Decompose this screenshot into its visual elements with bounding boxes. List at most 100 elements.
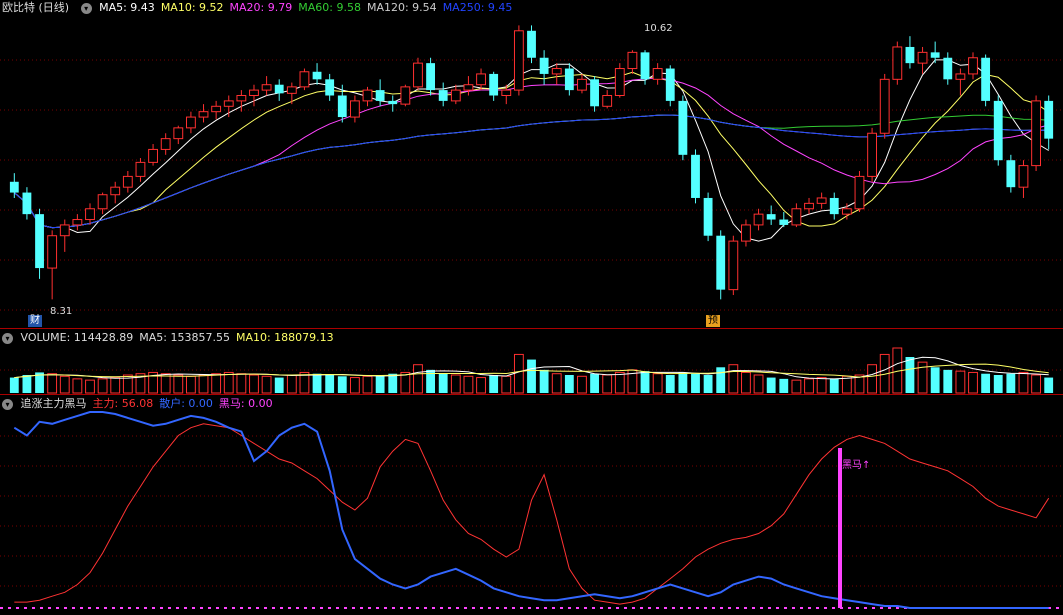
candle-body-47	[602, 95, 613, 107]
volume-bar-4	[59, 375, 70, 394]
volume-bar-37	[476, 377, 486, 394]
ma-legend-2: MA20: 9.79	[229, 1, 293, 14]
ma-legend-0: MA5: 9.43	[99, 1, 155, 14]
indicator-chart[interactable]	[0, 396, 1063, 615]
candle-body-66	[841, 208, 852, 215]
candle-body-18	[236, 95, 247, 102]
indicator-header: ▾ 追涨主力黑马 主力: 56.08 散户: 0.00 黑马: 0.00	[0, 396, 285, 412]
candle-body-7	[97, 194, 108, 210]
volume-bar-57	[728, 364, 739, 394]
ma-line-250	[13, 114, 1049, 229]
indicator-line-1	[13, 411, 1049, 609]
ma-legend-5: MA250: 9.45	[442, 1, 513, 14]
candle-body-4	[59, 224, 70, 237]
candle-body-36	[463, 84, 474, 91]
candle-body-9	[122, 175, 133, 188]
candle-body-28	[362, 89, 373, 102]
volume-bar-80	[1018, 371, 1029, 394]
price-header: 欧比特 (日线) ▾ MA5: 9.43 MA10: 9.52 MA20: 9.79…	[0, 0, 524, 16]
volume-bar-58	[741, 371, 751, 394]
candle-body-26	[337, 95, 347, 118]
volume-bar-60	[766, 377, 776, 393]
volume-bar-36	[463, 375, 474, 394]
volume-bar-45	[577, 375, 587, 394]
ma-line-5	[13, 59, 1049, 242]
chevron-down-icon[interactable]: ▾	[80, 2, 92, 14]
indicator-line-0	[14, 423, 1050, 605]
candle-body-80	[1018, 165, 1029, 188]
candle-body-1	[22, 192, 32, 215]
candle-body-25	[325, 79, 335, 96]
volume-bar-18	[236, 373, 247, 394]
volume-bar-76	[968, 371, 978, 394]
volume-bar-77	[981, 373, 991, 393]
candle-body-60	[766, 214, 776, 220]
candle-body-0	[9, 181, 19, 193]
candle-body-15	[198, 111, 209, 118]
candle-body-30	[388, 100, 398, 105]
candle-body-11	[148, 148, 158, 163]
forecast-marker[interactable]: 预	[706, 315, 720, 327]
ma-line-20	[13, 77, 1049, 229]
candle-body-27	[349, 100, 360, 118]
volume-bar-54	[691, 373, 700, 393]
candle-body-79	[1006, 160, 1016, 188]
volume-bar-73	[930, 367, 940, 393]
candle-body-46	[590, 79, 599, 107]
candle-body-8	[110, 186, 121, 196]
chevron-down-icon[interactable]: ▾	[2, 398, 13, 410]
candle-body-23	[299, 71, 310, 88]
volume-bar-30	[388, 373, 398, 393]
volume-bar-82	[1044, 377, 1054, 393]
candlestick-chart[interactable]	[0, 0, 1063, 328]
volume-bar-38	[489, 375, 499, 393]
volume-bar-79	[1006, 373, 1016, 393]
volume-bar-61	[779, 378, 789, 393]
candle-body-17	[223, 100, 234, 107]
volume-bar-44	[564, 375, 574, 393]
volume-bar-53	[678, 372, 688, 393]
indicator-pane[interactable]: ▾ 追涨主力黑马 主力: 56.08 散户: 0.00 黑马: 0.00 黑马↑	[0, 396, 1063, 615]
candle-body-2	[35, 214, 44, 269]
volume-bar-1	[22, 375, 32, 393]
price-pane[interactable]: 欧比特 (日线) ▾ MA5: 9.43 MA10: 9.52 MA20: 9.79…	[0, 0, 1063, 328]
volume-bar-42	[539, 369, 549, 393]
volume-bar-50	[640, 371, 650, 393]
candle-body-63	[804, 202, 814, 210]
earnings-marker[interactable]: 财	[28, 315, 42, 327]
candle-body-78	[993, 100, 1003, 161]
volume-bar-74	[943, 369, 953, 393]
candle-body-6	[85, 208, 95, 221]
candle-body-76	[968, 57, 978, 75]
candle-body-35	[450, 89, 461, 102]
candle-body-5	[72, 219, 83, 226]
volume-legend-0: VOLUME: 114428.89	[20, 331, 134, 344]
chevron-down-icon[interactable]: ▾	[2, 332, 13, 344]
candle-body-34	[438, 90, 448, 101]
volume-bar-16	[211, 373, 222, 394]
ma-legend: MA5: 9.43 MA10: 9.52 MA20: 9.79 MA60: 9.58 M…	[99, 1, 518, 14]
low-label: 8.31	[50, 306, 73, 317]
volume-pane[interactable]: ▾ VOLUME: 114428.89 MA5: 153857.55 MA10: 1…	[0, 330, 1063, 394]
indicator-legend-1: 主力: 56.08	[92, 397, 154, 410]
volume-legend: VOLUME: 114428.89 MA5: 153857.55 MA10: 188…	[21, 331, 340, 344]
ma-legend-4: MA120: 9.54	[366, 1, 437, 14]
volume-bar-43	[551, 373, 562, 394]
indicator-legend-3: 黑马: 0.00	[218, 397, 273, 410]
volume-bar-22	[286, 374, 297, 394]
volume-bar-35	[450, 374, 461, 394]
ma-line-60	[13, 114, 1049, 229]
candle-body-77	[981, 57, 991, 101]
candle-body-81	[1031, 100, 1041, 167]
candle-body-33	[426, 63, 435, 91]
volume-bar-15	[198, 374, 209, 394]
candle-body-32	[413, 62, 423, 88]
heima-signal-bar	[838, 448, 842, 608]
heima-marker-label: 黑马↑	[842, 460, 871, 471]
candle-body-68	[867, 132, 878, 177]
candle-body-13	[173, 127, 184, 140]
candle-body-70	[892, 46, 903, 80]
volume-bar-12	[160, 373, 171, 394]
volume-bar-71	[905, 357, 915, 393]
ma-legend-3: MA60: 9.58	[298, 1, 361, 14]
